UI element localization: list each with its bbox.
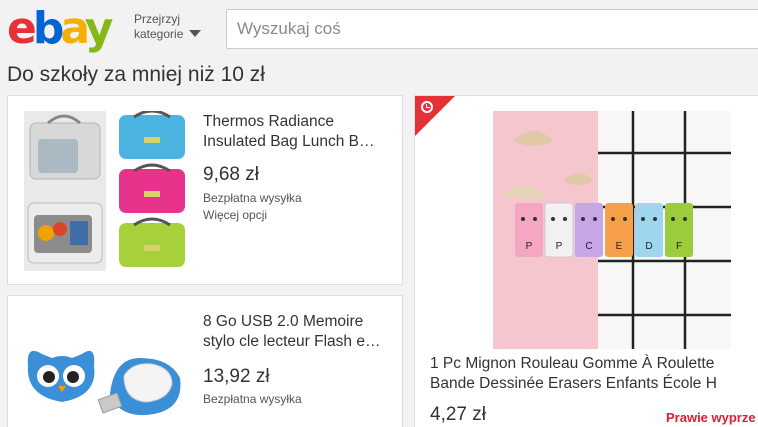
product-card-usb-drive[interactable]: 8 Go USB 2.0 Memoire stylo cle lecteur F… bbox=[7, 295, 403, 427]
browse-categories-label-1: Przejrzyj bbox=[134, 12, 181, 26]
browse-categories-button[interactable]: Przejrzyj kategorie bbox=[134, 12, 206, 44]
eraser-label: D bbox=[645, 241, 652, 252]
product-card-lunch-bag[interactable]: Thermos Radiance Insulated Bag Lunch B… … bbox=[7, 95, 403, 285]
search-input[interactable] bbox=[227, 10, 758, 48]
clock-icon bbox=[421, 101, 433, 113]
shipping-info: Bezpłatna wysyłka bbox=[203, 392, 302, 406]
product-card-erasers[interactable]: P P C E D F 1 Pc Mignon Rouleau Gomme À … bbox=[414, 95, 758, 427]
product-image-lunch-bag bbox=[24, 111, 185, 271]
shipping-info: Bezpłatna wysyłka bbox=[203, 191, 302, 205]
product-title[interactable]: 8 Go USB 2.0 Memoire stylo cle lecteur F… bbox=[203, 312, 380, 352]
product-price: 13,92 zł bbox=[203, 366, 270, 387]
product-price: 4,27 zł bbox=[430, 404, 486, 425]
more-options-link[interactable]: Więcej opcji bbox=[203, 207, 267, 223]
product-image-erasers: P P C E D F bbox=[493, 111, 731, 349]
eraser-label: F bbox=[676, 241, 682, 252]
eraser-label: P bbox=[556, 241, 563, 252]
product-title[interactable]: 1 Pc Mignon Rouleau Gomme À Roulette Ban… bbox=[430, 354, 717, 394]
eraser-label: E bbox=[616, 241, 623, 252]
eraser-label: C bbox=[585, 241, 592, 252]
top-bar: ebay Przejrzyj kategorie bbox=[0, 0, 758, 58]
product-image-usb-drive bbox=[27, 350, 181, 416]
product-price: 9,68 zł bbox=[203, 164, 259, 185]
caret-down-icon bbox=[189, 30, 201, 37]
search-box[interactable] bbox=[226, 9, 758, 49]
almost-sold-out-label: Prawie wyprze bbox=[666, 410, 756, 425]
ebay-logo[interactable]: ebay bbox=[7, 5, 113, 53]
deal-badge bbox=[415, 96, 455, 136]
product-title[interactable]: Thermos Radiance Insulated Bag Lunch B… bbox=[203, 112, 374, 152]
section-title: Do szkoły za mniej niż 10 zł bbox=[7, 63, 265, 86]
eraser-label: P bbox=[526, 241, 533, 252]
